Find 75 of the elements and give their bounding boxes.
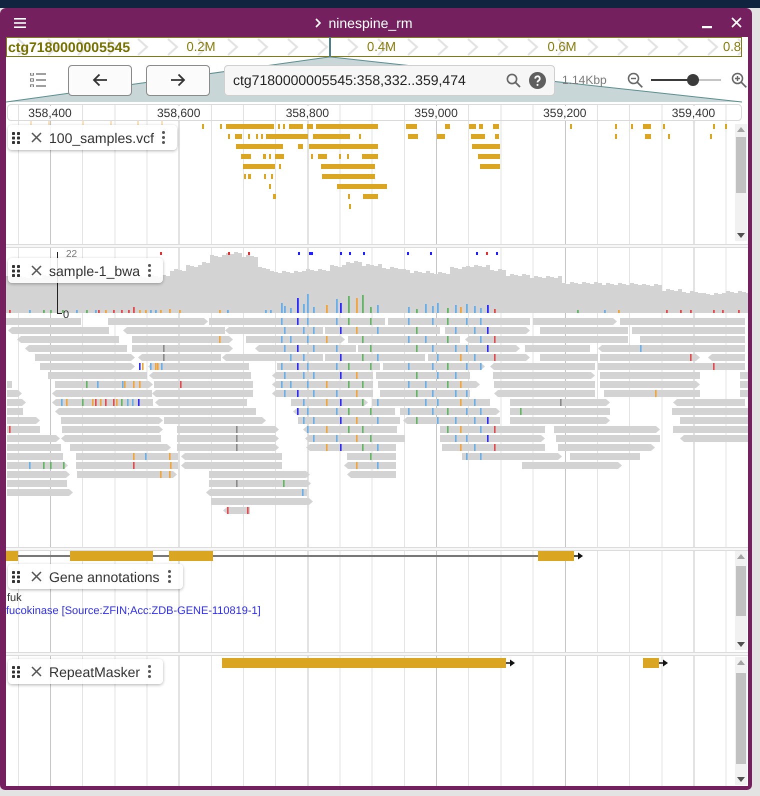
strand-arrow-icon: [659, 660, 668, 666]
right-arrow-icon: [170, 73, 186, 87]
insertion-marker: [476, 252, 478, 255]
more-options-icon[interactable]: [168, 570, 171, 583]
scrollbar[interactable]: [735, 551, 747, 650]
search-icon[interactable]: [506, 72, 521, 88]
list-icon[interactable]: [30, 73, 46, 87]
drag-handle-icon[interactable]: [12, 132, 20, 144]
ruler-tick-label: 358,400: [26, 106, 74, 120]
location-field[interactable]: ctg7180000005545:358,332..359,474: [224, 64, 555, 96]
more-options-icon[interactable]: [148, 665, 152, 678]
zoom-out-icon[interactable]: [627, 72, 643, 88]
minimize-icon[interactable]: [702, 26, 712, 28]
close-icon[interactable]: [31, 132, 42, 143]
overview-bar[interactable]: ctg7180000005545 0.2M 0.4M 0.6M 0.8: [6, 37, 742, 57]
insertion-marker: [496, 252, 498, 255]
ruler-tick-label: 359,200: [541, 106, 588, 120]
overview-tick-label: 0.8: [722, 39, 742, 55]
track-name: sample-1_bwa: [49, 262, 140, 278]
insertion-marker: [407, 252, 409, 255]
menu-icon[interactable]: [14, 18, 26, 28]
insertion-marker: [248, 252, 250, 255]
gene-description: fucokinase [Source:ZFIN;Acc:ZDB-GENE-110819-1]: [6, 605, 261, 617]
ruler-tick-label: 358,600: [155, 106, 202, 120]
scroll-down-icon[interactable]: [737, 233, 745, 238]
slider-thumb[interactable]: [687, 74, 699, 86]
gene-name: fuk: [7, 592, 22, 604]
forward-button[interactable]: [146, 64, 210, 96]
insertion-marker: [298, 252, 300, 255]
chevron-icon: [315, 18, 322, 28]
drag-handle-icon[interactable]: [12, 264, 20, 276]
current-region-marker: [329, 37, 331, 57]
back-button[interactable]: [68, 64, 132, 96]
insertion-marker: [340, 252, 342, 255]
left-arrow-icon: [92, 73, 108, 87]
strand-arrow-icon: [574, 552, 583, 560]
insertion-marker: [160, 252, 162, 255]
help-icon[interactable]: [529, 72, 546, 88]
insertion-marker: [349, 252, 351, 255]
insertion-marker: [228, 252, 230, 255]
contig-name: ctg7180000005545: [8, 39, 130, 55]
scroll-down-icon[interactable]: [737, 777, 745, 782]
drag-handle-icon[interactable]: [12, 666, 20, 678]
overview-tick-label: 0.6M: [548, 39, 576, 55]
insertion-marker: [486, 252, 488, 255]
track-name: 100_samples.vcf: [49, 130, 154, 146]
close-icon[interactable]: [31, 666, 42, 677]
insertion-marker: [430, 252, 432, 255]
coverage-min-label: 0: [63, 309, 70, 321]
more-options-icon[interactable]: [148, 264, 152, 277]
insertion-marker: [363, 252, 365, 255]
track-name: RepeatMasker: [49, 664, 140, 680]
view-title: ninespine_rm: [328, 14, 413, 30]
scrollbar[interactable]: [735, 124, 747, 241]
ruler-tick-label: 358,800: [284, 106, 332, 120]
overview-tick-label: 0.4M: [367, 39, 396, 55]
close-icon[interactable]: [31, 571, 42, 582]
track-name: Gene annotations: [49, 568, 160, 584]
drag-handle-icon[interactable]: [12, 570, 20, 582]
close-icon[interactable]: [31, 265, 42, 276]
coverage-max-label: 22: [66, 249, 78, 260]
scrollbar-thumb[interactable]: [736, 673, 746, 764]
ruler-tick-label: 359,000: [412, 106, 460, 120]
intron-line: [18, 555, 70, 557]
overview-tick-label: 0.2M: [186, 39, 216, 55]
ruler-tick-label: 359,400: [670, 106, 718, 120]
scrollbar-thumb[interactable]: [736, 137, 746, 193]
more-options-icon[interactable]: [162, 131, 166, 144]
view-span: 1.14Kbp: [562, 73, 607, 87]
zoom-in-icon[interactable]: [731, 72, 747, 88]
strand-arrow-icon: [506, 660, 515, 666]
scrollbar-thumb[interactable]: [736, 566, 746, 616]
intron-line: [153, 555, 169, 557]
scrollbar[interactable]: [735, 657, 747, 785]
scroll-down-icon[interactable]: [737, 642, 745, 647]
